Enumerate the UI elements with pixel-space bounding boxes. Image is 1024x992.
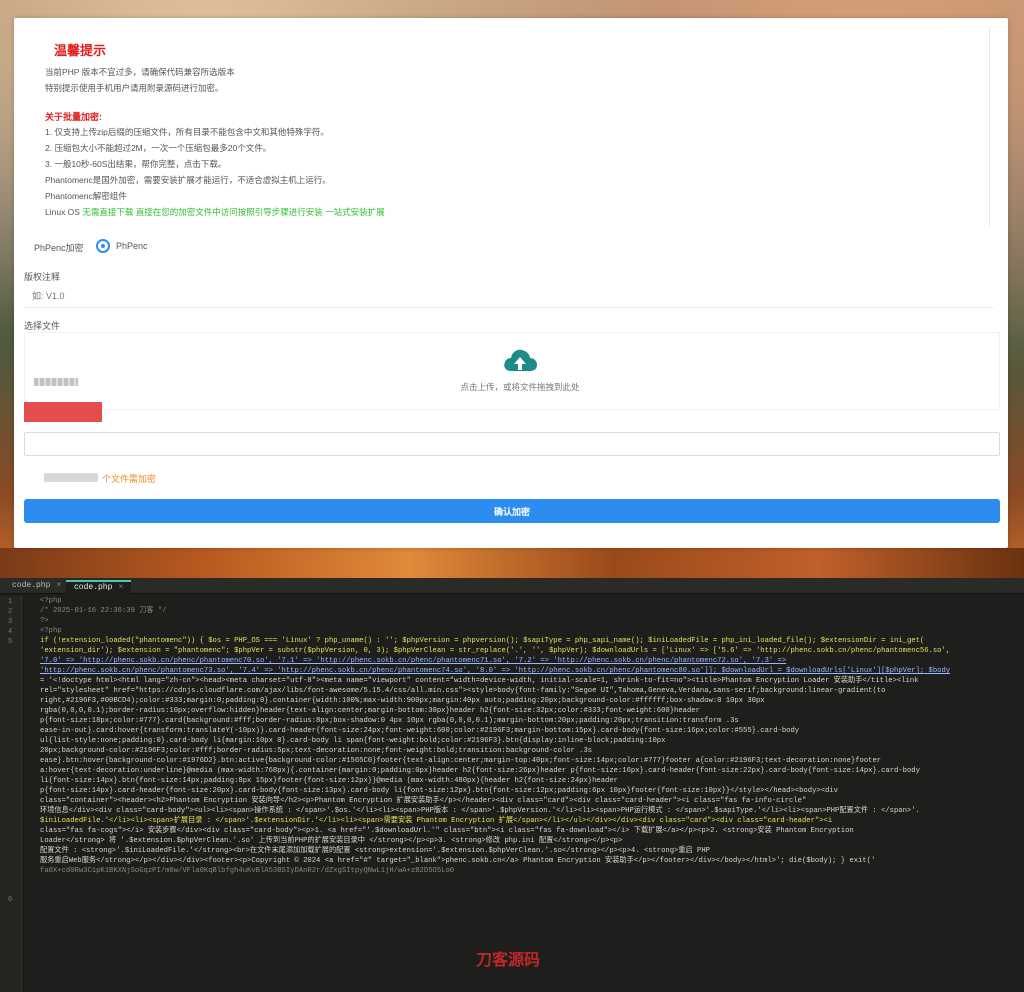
code-line: ease-in-out}.card:hover{transform:transl… [40,727,800,735]
background-strip [0,548,1024,580]
code-line: 'http://phenc.sokb.cn/phenc/phantomenc73… [40,667,951,675]
close-icon[interactable]: × [56,581,61,590]
notice-item-2: 2. 压缩包大小不能超过2M，一次一个压缩包最多20个文件。 [45,143,272,153]
code-line: if (!extension_loaded("phantomenc")) { $… [40,637,925,645]
line-number: 4 [8,628,13,636]
code-line: Loader</strong> 将 '.$extension.$phpVerCl… [40,837,623,845]
code-line: $iniLoadedFile.'</li><li><span>扩展目录 : </… [40,817,833,825]
close-icon[interactable]: × [118,583,123,592]
version-label: 版权注释 [24,272,61,282]
batch-title: 关于批量加密: [45,112,102,122]
line-number: 6 [8,896,13,904]
line-gutter: 1 2 3 4 5 6 [0,596,22,992]
notice-item-3: 3. 一般10秒-60S出结果，帮你完整，点击下载。 [45,159,227,169]
code-line: 服务重启Web服务</strong></p></div></div><foote… [40,857,876,865]
code-line: 环境信息</div><div class="card-body"><ul><li… [40,807,920,815]
file-path-input[interactable] [24,432,1000,456]
blurred-label [34,378,78,386]
encrypt-type-label: PhPenc加密 [34,243,84,253]
code-line: <?php [40,597,62,605]
editor-tabbar: code.php × code.php × [0,578,1024,594]
line-number: 5 [8,638,13,646]
code-area[interactable]: <?php /* 2025-01-16 22:36:39 刀客 */ ?> <?… [40,596,1024,992]
notice-line-1: 当前PHP 版本不宜过多，请确保代码兼容所选版本 [45,67,235,77]
code-line: /* 2025-01-16 22:36:39 刀客 */ [40,607,167,615]
notice-item-5: Phantomenc解密组件 [45,191,127,201]
notice-item-4: Phantomenc是国外加密，需要安装扩展才能运行，不适合虚拟主机上运行。 [45,175,331,185]
file-count-text: 个文件需加密 [102,474,157,484]
code-line: p{font-size:14px}.card-header{font-size:… [40,787,838,795]
code-line: 20px;background-color:#2196F3;color:#fff… [40,747,593,755]
linux-row: Linux OS 无需直接下载 直接在您的加密文件中访问按照引导步骤进行安装 一… [45,206,385,218]
code-line: class="fas fa-cogs"></i> 安装步骤</div><div … [40,827,854,835]
line-number: 1 [8,598,13,606]
redacted-bar [24,402,102,422]
tab-label: code.php [74,583,113,592]
code-line: 配置文件 : <strong>'.$iniLoadedFile.'</stron… [40,847,710,855]
code-line: p{font-size:18px;color:#777}.card{backgr… [40,717,739,725]
code-line: fa0X+cd0Rw3C1pK1BKXNjSoGqzPI/m0w/VFla0Kq… [40,867,455,875]
code-line: a:hover{text-decoration:underline}@media… [40,767,920,775]
code-line: ul{list-style:none;padding:0}.card-body … [40,737,666,745]
tab-code-php-2[interactable]: code.php × [66,580,132,594]
dropzone-hint: 点击上传，或将文件拖拽到此处 [460,382,580,392]
phpenc-radio-label[interactable]: PhPenc [116,241,148,251]
code-line: <?php [40,627,62,635]
file-count-blur [44,473,98,482]
code-line: rgba(0,0,0,0.1);border-radius:10px;overf… [40,707,700,715]
line-number: 3 [8,618,13,626]
code-line: ease}.btn:hover{background-color:#1976D2… [40,757,882,765]
encrypt-panel: 温馨提示 当前PHP 版本不宜过多，请确保代码兼容所选版本 特别提示使用手机用户… [14,18,1008,548]
line-number: 2 [8,608,13,616]
code-line: right,#2196F3,#00BCD4);color:#333;margin… [40,697,765,705]
code-line: = '<!doctype html><html lang="zh-cn"><he… [40,677,919,685]
watermark-text: 刀客源码 [476,952,541,969]
cloud-upload-icon [504,349,537,371]
code-line: 'extension_dir'); $extension = "phantome… [40,647,951,655]
phpenc-radio[interactable] [96,239,110,253]
code-line: ?> [40,617,49,625]
code-line: rel="stylesheet" href="https://cdnjs.clo… [40,687,886,695]
notice-item-1: 1. 仅支持上传zip后缀的压缩文件，所有目录不能包含中文和其他特殊字符。 [45,127,329,137]
confirm-encrypt-button[interactable]: 确认加密 [24,499,1000,523]
notice-box: 温馨提示 当前PHP 版本不宜过多，请确保代码兼容所选版本 特别提示使用手机用户… [34,28,990,226]
linux-prefix: Linux OS [45,207,80,217]
version-input[interactable] [24,284,994,308]
notice-title: 温馨提示 [54,43,107,58]
file-label: 选择文件 [24,321,61,331]
linux-install-link[interactable]: 无需直接下载 直接在您的加密文件中访问按照引导步骤进行安装 一站式安装扩展 [82,207,384,217]
tab-label: code.php [12,581,51,590]
code-line: '7.0' => 'http://phenc.sokb.cn/phenc/pha… [40,657,787,665]
code-line: class="container"><header><h2>Phantom En… [40,797,807,805]
code-editor: code.php × code.php × 1 2 3 4 5 6 <?php /*… [0,578,1024,992]
notice-line-2: 特别提示使用手机用户请用附录源码进行加密。 [45,83,224,93]
code-line: li{font-size:14px}.btn{font-size:14px;pa… [40,777,618,785]
tab-code-php-1[interactable]: code.php × [4,580,69,594]
upload-dropzone[interactable]: 点击上传，或将文件拖拽到此处 [24,332,1000,410]
